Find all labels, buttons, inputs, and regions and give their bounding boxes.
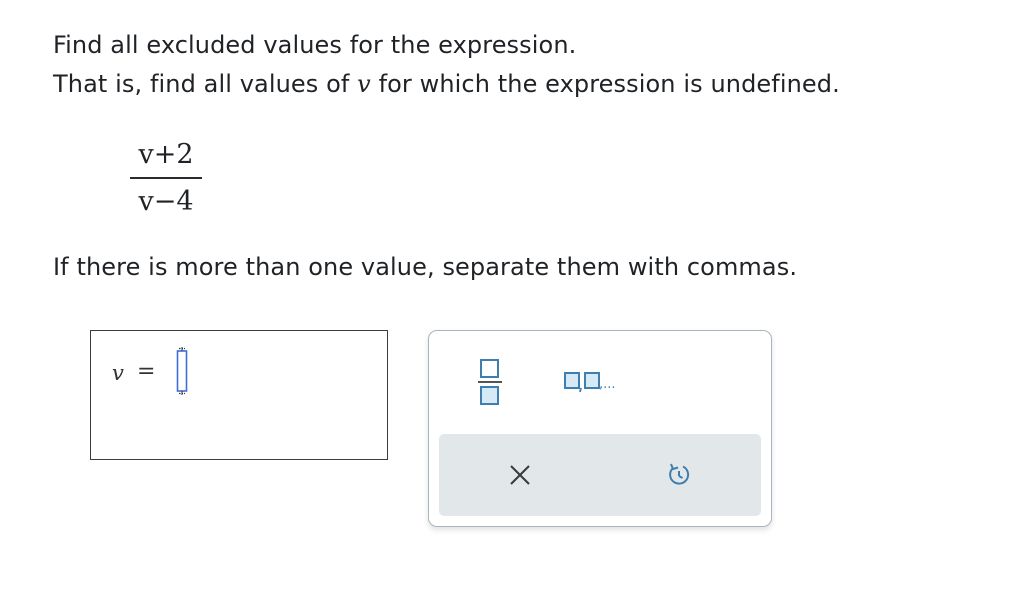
answer-input-box[interactable]: v = [90, 330, 388, 460]
question-line-2: That is, find all values of v for which … [53, 70, 840, 98]
math-keypad: ,... [428, 330, 772, 527]
keypad-action-bar [439, 434, 761, 516]
answer-input-cursor[interactable] [175, 347, 189, 395]
question-line-2-end: for which the expression is undefined. [370, 70, 840, 98]
undo-icon[interactable] [664, 460, 694, 490]
answer-variable: v [112, 361, 124, 385]
answer-equals-sign: = [137, 359, 156, 384]
question-line-2-start: That is, find all values of [53, 70, 358, 98]
fraction-bar [130, 177, 202, 179]
expression-numerator: v+2 [138, 139, 194, 170]
instruction-text: If there is more than one value, separat… [53, 253, 798, 281]
rational-expression: v+2 v−4 [130, 138, 202, 219]
expression-denominator: v−4 [138, 186, 194, 217]
list-of-values-icon[interactable]: ,... [563, 367, 633, 397]
close-icon[interactable] [505, 460, 535, 490]
fraction-icon[interactable] [477, 355, 503, 409]
question-line-1: Find all excluded values for the express… [53, 31, 577, 59]
question-variable: v [357, 70, 371, 98]
list-key-suffix: ,... [599, 377, 616, 392]
